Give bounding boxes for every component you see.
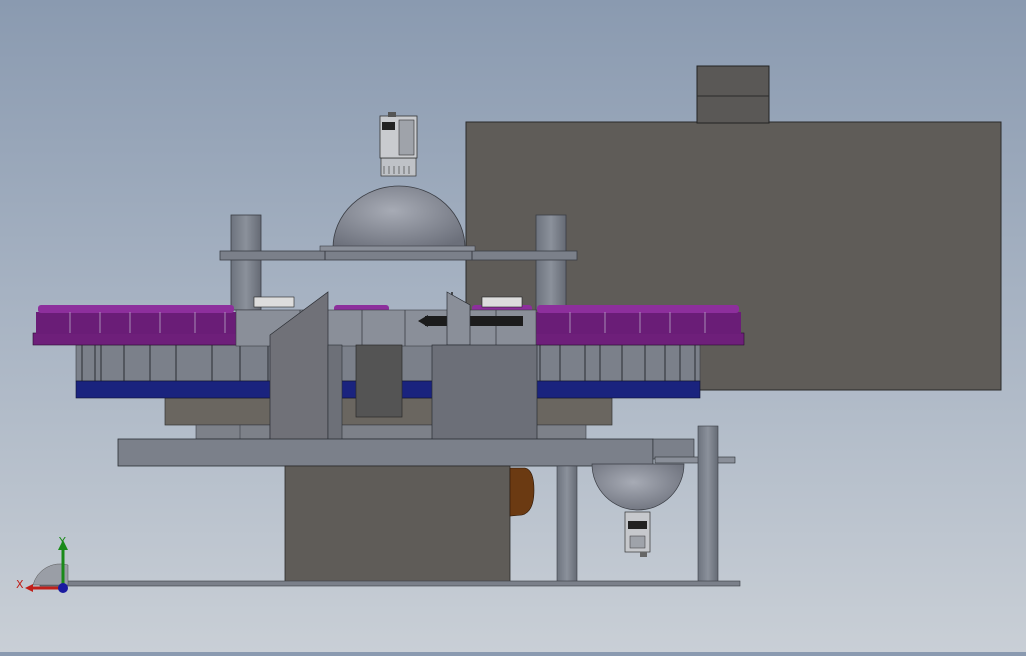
base-cabinet: [284, 465, 511, 583]
table-top: [117, 438, 654, 467]
servo-motor: [355, 344, 403, 418]
left-column: [230, 214, 262, 311]
camera-mount: [380, 157, 417, 177]
bronze-part: [509, 467, 535, 517]
cabinet-top-box: [696, 65, 770, 124]
support-column-2: [697, 425, 719, 583]
right-column: [535, 214, 567, 311]
triad-x-label: X: [16, 578, 24, 591]
triad-y-label: Y: [58, 535, 66, 548]
floor-plate: [39, 580, 741, 587]
machine-table[interactable]: [117, 438, 736, 583]
lower-dome: [591, 463, 685, 511]
dome: [332, 185, 466, 249]
center-block: [431, 344, 538, 441]
top-plate: [219, 250, 578, 261]
top-dome-assembly[interactable]: [319, 112, 476, 252]
support-column-1: [556, 465, 578, 583]
cad-viewport[interactable]: Y X: [0, 0, 1026, 652]
